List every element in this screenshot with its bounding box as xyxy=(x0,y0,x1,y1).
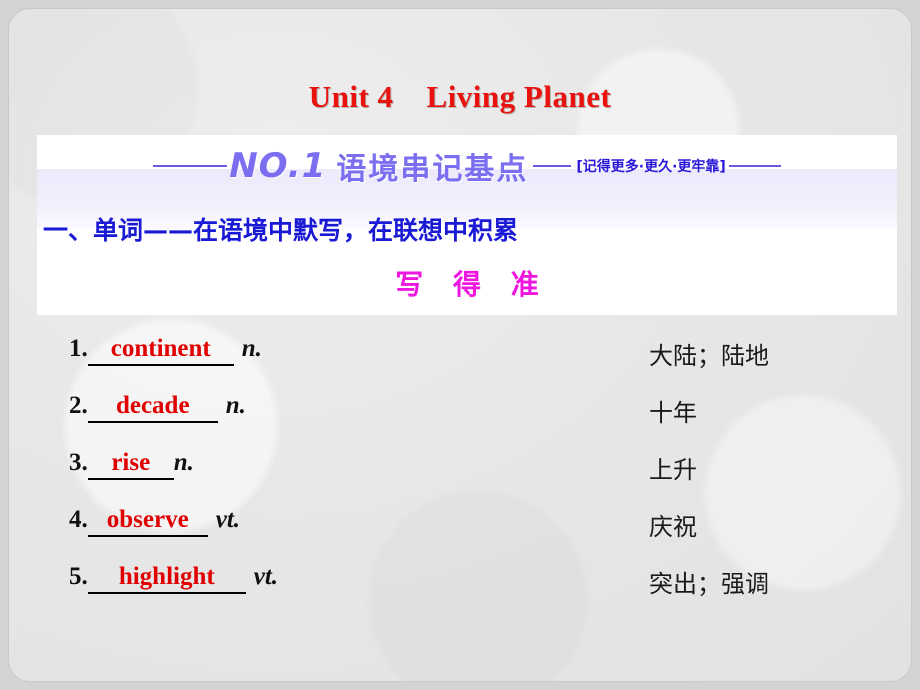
vocabulary-row: 2. decade n. 十年 xyxy=(69,392,879,449)
vocabulary-answer-blank[interactable]: observe xyxy=(87,506,208,537)
vocabulary-row: 5. highlight vt. 突出；强调 xyxy=(69,563,879,620)
page-title: Unit 4 Living Planet xyxy=(308,79,612,114)
vocabulary-answer-blank[interactable]: continent xyxy=(87,335,234,366)
banner: NO.1 语境串记基点 [记得更多·更久·更牢靠] xyxy=(37,135,897,197)
vocabulary-answer-blank[interactable]: decade xyxy=(87,392,218,423)
vocabulary-row: 3. rise n. 上升 xyxy=(69,449,879,506)
banner-note: [记得更多·更久·更牢靠] xyxy=(576,159,726,175)
vocabulary-part-of-speech: n. xyxy=(225,392,246,419)
vocabulary-entry: 1. continent n. xyxy=(69,335,262,366)
vocabulary-entry: 4. observe vt. xyxy=(69,506,240,537)
vocabulary-index: 2. xyxy=(69,392,88,419)
banner-rule-left xyxy=(153,165,228,167)
vocabulary-meaning: 上升 xyxy=(649,456,697,484)
vocabulary-meaning: 十年 xyxy=(649,399,697,427)
vocabulary-meaning: 突出；强调 xyxy=(649,570,769,598)
vocabulary-meaning: 大陆；陆地 xyxy=(649,342,769,370)
banner-rule-right xyxy=(728,165,781,167)
vocabulary-index: 5. xyxy=(69,563,88,590)
vocabulary-answer-blank[interactable]: rise xyxy=(87,449,174,480)
slide-canvas: Unit 4 Living Planet NO.1 语境串记基点 [记得更多·更… xyxy=(8,8,912,682)
vocabulary-answer-blank[interactable]: highlight xyxy=(87,563,246,594)
vocabulary-part-of-speech: n. xyxy=(241,335,262,362)
vocabulary-part-of-speech: n. xyxy=(173,449,194,476)
section-heading: 一、单词——在语境中默写，在联想中积累 xyxy=(43,216,519,245)
vocabulary-entry: 5. highlight vt. xyxy=(69,563,278,594)
vocabulary-index: 3. xyxy=(69,449,88,476)
banner-rule-mid xyxy=(533,165,572,167)
banner-title-cn: 语境串记基点 xyxy=(336,152,529,187)
vocabulary-index: 4. xyxy=(69,506,88,533)
vocabulary-row: 4. observe vt. 庆祝 xyxy=(69,506,879,563)
vocabulary-entry: 2. decade n. xyxy=(69,392,246,423)
vocabulary-entry: 3. rise n. xyxy=(69,449,194,480)
header-panel: NO.1 语境串记基点 [记得更多·更久·更牢靠] 一、单词——在语境中默写，在… xyxy=(37,135,897,315)
vocabulary-meaning: 庆祝 xyxy=(649,513,697,541)
vocabulary-part-of-speech: vt. xyxy=(215,506,241,533)
vocabulary-part-of-speech: vt. xyxy=(253,563,279,590)
vocabulary-row: 1. continent n. 大陆；陆地 xyxy=(69,335,879,392)
vocabulary-index: 1. xyxy=(69,335,88,362)
vocabulary-list: 1. continent n. 大陆；陆地 2. decade n. 十年 3. rise n. 上升… xyxy=(69,335,879,620)
banner-number-label: NO.1 xyxy=(229,146,327,186)
sub-title: 写 得 准 xyxy=(395,268,549,301)
